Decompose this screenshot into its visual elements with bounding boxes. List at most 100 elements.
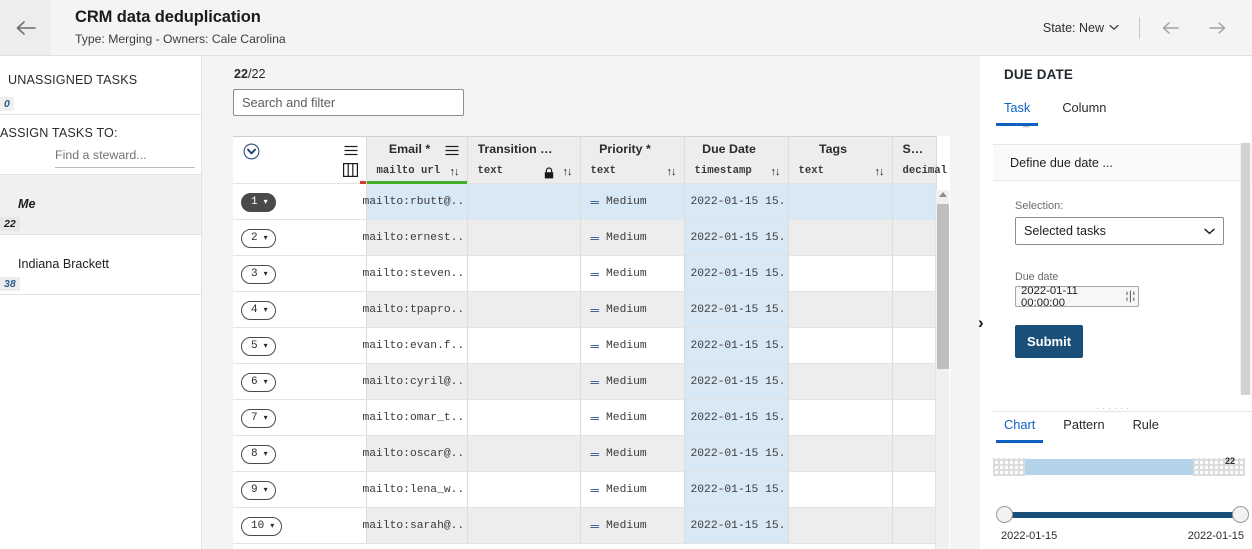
cell-score[interactable] [892, 327, 937, 364]
cell-email[interactable]: mailto:steven... [363, 255, 468, 292]
row-number-pill[interactable]: 5 ▾ [241, 336, 276, 356]
column-header-select[interactable] [233, 136, 367, 184]
cell-transition-comment[interactable] [467, 507, 581, 544]
sidebar-person-me[interactable]: Me 22 [0, 175, 201, 235]
row-select-cell[interactable]: 5 ▾ [233, 327, 367, 364]
cell-priority[interactable]: ═ Medium [580, 183, 685, 220]
row-select-cell[interactable]: 3 ▾ [233, 255, 367, 292]
chevron-down-icon[interactable]: ▾ [264, 377, 268, 387]
row-number-pill[interactable]: 6 ▾ [241, 372, 276, 392]
state-dropdown[interactable]: State: New [1035, 15, 1127, 41]
sort-updown-icon[interactable]: ↑↓ [875, 166, 885, 178]
cell-priority[interactable]: ═ Medium [580, 363, 685, 400]
cell-due-date[interactable]: 2022-01-15 15... [684, 471, 789, 508]
cell-tags[interactable] [788, 507, 893, 544]
table-row[interactable]: 4▾mailto:tpapro...═Medium2022-01-15 15..… [233, 291, 937, 328]
table-row[interactable]: 10 ▾ mailto:sarah@... ═ Medium 2022-01-15 15.… [233, 507, 937, 544]
column-header-transition-comment[interactable]: Transition Com... text ↑↓ [467, 136, 581, 184]
cell-tags[interactable] [788, 435, 893, 472]
row-select-cell[interactable]: 6 ▾ [233, 363, 367, 400]
cell-email[interactable]: mailto:tpapro... [363, 291, 468, 328]
cell-due-date[interactable]: 2022-01-15 15... [684, 219, 789, 256]
column-header-due-date[interactable]: Due Date timestamp ↑↓ [684, 136, 789, 184]
cell-priority[interactable]: ═ Medium [580, 507, 685, 544]
row-number-pill[interactable]: 10 ▾ [241, 516, 283, 536]
slider-track[interactable] [1005, 512, 1237, 518]
cell-priority[interactable]: ═ Medium [580, 399, 685, 436]
scroll-up-arrow-icon[interactable] [939, 192, 947, 197]
cell-score[interactable] [892, 363, 937, 400]
cell-score[interactable] [892, 399, 937, 436]
panel-collapse-chevron-right-icon[interactable]: › [978, 312, 992, 334]
cell-email[interactable]: mailto:evan.f... [363, 327, 468, 364]
table-row[interactable]: 6▾mailto:cyril@...═Medium2022-01-15 15..… [233, 363, 937, 400]
redo-button[interactable] [1194, 17, 1236, 39]
cell-due-date[interactable]: 2022-01-15 15... [684, 255, 789, 292]
row-select-cell[interactable]: 7 ▾ [233, 399, 367, 436]
cell-tags[interactable] [788, 327, 893, 364]
hamburger-menu-icon[interactable] [445, 145, 459, 156]
cell-priority[interactable]: ═ Medium [580, 219, 685, 256]
row-number-pill[interactable]: 7 ▾ [241, 408, 276, 428]
cell-due-date[interactable]: 2022-01-15 15... [684, 435, 789, 472]
sort-updown-icon[interactable]: ↑↓ [563, 166, 573, 178]
chevron-down-icon[interactable]: ▾ [264, 197, 268, 207]
tab-chart[interactable]: Chart [996, 417, 1044, 443]
cell-tags[interactable] [788, 399, 893, 436]
cell-due-date[interactable]: 2022-01-15 15... [684, 183, 789, 220]
cell-priority[interactable]: ═ Medium [580, 435, 685, 472]
column-header-priority[interactable]: Priority * text ↑↓ [580, 136, 685, 184]
chevron-down-icon[interactable]: ▾ [264, 485, 268, 495]
cell-tags[interactable] [788, 255, 893, 292]
table-row[interactable]: 7▾mailto:omar_t...═Medium2022-01-15 15..… [233, 399, 937, 436]
selection-select[interactable]: Selected tasks [1015, 217, 1224, 245]
cell-due-date[interactable]: 2022-01-15 15... [684, 327, 789, 364]
row-select-cell[interactable]: 10 ▾ [233, 507, 367, 544]
cell-score[interactable] [892, 471, 937, 508]
table-row[interactable]: 9▾mailto:lena_w...═Medium2022-01-15 15..… [233, 471, 937, 508]
cell-email[interactable]: mailto:oscar@... [363, 435, 468, 472]
cell-transition-comment[interactable] [467, 399, 581, 436]
slider-knob-max[interactable] [1232, 506, 1249, 523]
circled-chevron-down-icon[interactable] [243, 143, 260, 160]
tab-column[interactable]: Column [1054, 100, 1114, 126]
row-select-cell[interactable]: 1 ▾ [233, 183, 367, 220]
chart-bar[interactable] [1025, 459, 1193, 475]
row-select-cell[interactable]: 8 ▾ [233, 435, 367, 472]
row-number-pill[interactable]: 4 ▾ [241, 300, 276, 320]
back-button[interactable] [0, 0, 51, 55]
cell-transition-comment[interactable] [467, 327, 581, 364]
search-and-filter-input[interactable] [233, 89, 464, 116]
table-row[interactable]: 8▾mailto:oscar@... ═Medium2022-01-15 15..… [233, 435, 937, 472]
cell-score[interactable] [892, 183, 937, 220]
cell-tags[interactable] [788, 363, 893, 400]
cell-tags[interactable] [788, 183, 893, 220]
scrollbar-thumb[interactable] [937, 204, 949, 369]
cell-score[interactable] [892, 435, 937, 472]
column-header-score[interactable]: Score decimal [892, 136, 947, 184]
column-header-email[interactable]: Email * mailto url ↑↓ [366, 136, 468, 184]
cell-score[interactable] [892, 255, 937, 292]
cell-transition-comment[interactable] [467, 471, 581, 508]
due-date-histogram-chart[interactable]: 22 [993, 452, 1252, 492]
chevron-down-icon[interactable]: ▾ [264, 449, 268, 459]
table-row[interactable]: 2▾mailto:ernest...═Medium2022-01-15 15..… [233, 219, 937, 256]
cell-email[interactable]: mailto:rbutt@... [363, 183, 468, 220]
sort-updown-icon[interactable]: ↑↓ [667, 166, 677, 178]
slider-knob-min[interactable] [996, 506, 1013, 523]
sidebar-unassigned-tasks[interactable]: UNASSIGNED TASKS 0 [0, 56, 201, 115]
cell-transition-comment[interactable] [467, 291, 581, 328]
cell-score[interactable] [892, 291, 937, 328]
scrollbar-thumb[interactable] [1241, 143, 1250, 395]
row-number-pill[interactable]: 9 ▾ [241, 480, 276, 500]
chevron-down-icon[interactable]: ▾ [264, 233, 268, 243]
panel-drag-handle[interactable]: ······ [1096, 404, 1152, 413]
right-panel-scrollbar[interactable] [1240, 143, 1251, 395]
row-select-cell[interactable]: 4 ▾ [233, 291, 367, 328]
hamburger-menu-icon[interactable] [344, 145, 358, 156]
cell-transition-comment[interactable] [467, 363, 581, 400]
row-select-cell[interactable]: 2 ▾ [233, 219, 367, 256]
chevron-down-icon[interactable]: ▾ [264, 413, 268, 423]
cell-email[interactable]: mailto:sarah@... [363, 507, 468, 544]
cell-email[interactable]: mailto:lena_w... [363, 471, 468, 508]
